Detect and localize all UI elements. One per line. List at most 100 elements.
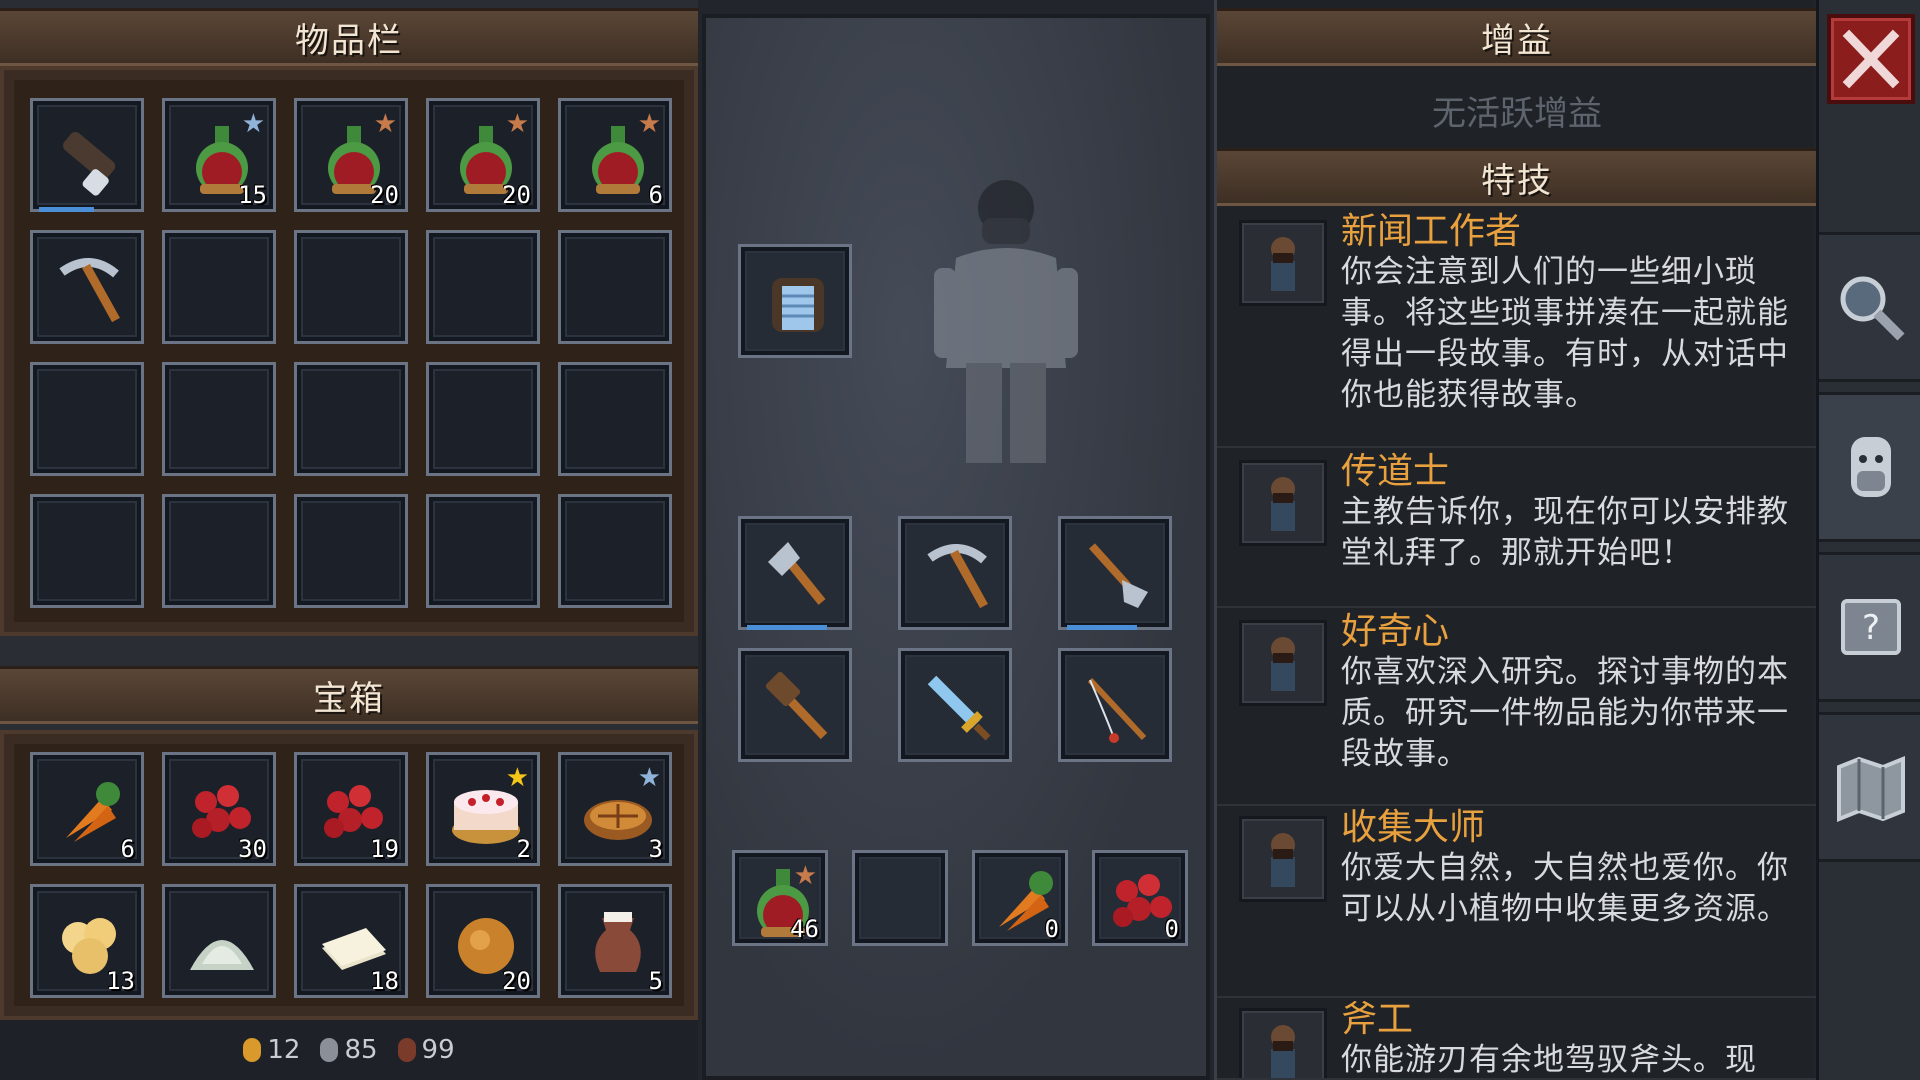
- item-slot[interactable]: 6: [30, 752, 144, 866]
- rarity-star-icon: ★: [637, 109, 661, 139]
- character-silhouette-icon: [934, 180, 1078, 463]
- axe-icon: [768, 542, 826, 605]
- perks-header: 特技: [1217, 148, 1817, 206]
- chest-title: 宝箱: [313, 678, 385, 719]
- item-slot[interactable]: [1058, 648, 1172, 762]
- tab-quests[interactable]: ?: [1819, 552, 1920, 702]
- carrot-icon: [66, 782, 120, 842]
- empty-slot[interactable]: [294, 362, 408, 476]
- item-slot[interactable]: [30, 230, 144, 344]
- durability-bar: [1067, 625, 1137, 630]
- item-slot[interactable]: ★ 6: [558, 98, 672, 212]
- perk-entry[interactable]: 传道士 主教告诉你，现在你可以安排教堂礼拜了。那就开始吧！: [1217, 452, 1817, 608]
- item-slot[interactable]: 5: [558, 884, 672, 998]
- gold-coin-count: 12: [243, 1035, 300, 1065]
- close-button[interactable]: [1827, 14, 1915, 104]
- perk-portrait-icon: [1239, 620, 1327, 706]
- perk-entry[interactable]: 新闻工作者 你会注意到人们的一些细小琐事。将这些琐事拼凑在一起就能得出一段故事。有…: [1217, 212, 1817, 448]
- tab-inspect[interactable]: [1819, 232, 1920, 382]
- perk-name: 传道士: [1341, 451, 1450, 492]
- tab-map[interactable]: [1819, 712, 1920, 862]
- buffs-header: 增益: [1217, 8, 1817, 66]
- empty-slot[interactable]: [852, 850, 948, 946]
- perk-entry[interactable]: 斧工 你能游刃有余地驾驭斧头。现: [1217, 1000, 1817, 1080]
- item-slot[interactable]: [1058, 516, 1172, 630]
- item-count: 20: [502, 967, 531, 995]
- chest-header: 宝箱: [0, 666, 698, 724]
- no-active-buffs-text: 无活跃增益: [1432, 93, 1602, 134]
- close-icon: [1842, 29, 1900, 89]
- sword-icon: [927, 675, 991, 741]
- item-slot[interactable]: [738, 648, 852, 762]
- item-count: 5: [648, 967, 663, 995]
- copper-coin-icon: [397, 1038, 416, 1062]
- empty-slot[interactable]: [162, 230, 276, 344]
- perk-description: 你能游刃有余地驾驭斧头。现: [1341, 1042, 1757, 1078]
- chest-armor-icon: [772, 278, 824, 332]
- item-slot[interactable]: [898, 516, 1012, 630]
- item-slot[interactable]: 13: [30, 884, 144, 998]
- rarity-star-icon: ★: [637, 763, 661, 793]
- item-slot[interactable]: ★ 2: [426, 752, 540, 866]
- empty-slot[interactable]: [426, 362, 540, 476]
- empty-slot[interactable]: [162, 494, 276, 608]
- item-slot[interactable]: 19: [294, 752, 408, 866]
- item-slot[interactable]: ★ 3: [558, 752, 672, 866]
- flashlight-icon: [63, 131, 116, 196]
- game-inventory-screen: 物品栏 宝箱 12 85 99 ★ 15 ★ 20 ★ 20 ★ 6 6 30 19 ★ 2 ★ 3 13 18…: [0, 0, 1920, 1080]
- item-slot[interactable]: 18: [294, 884, 408, 998]
- perks-title: 特技: [1481, 160, 1553, 201]
- item-count: 20: [502, 181, 531, 209]
- item-slot[interactable]: 0: [972, 850, 1068, 946]
- item-slot[interactable]: ★ 15: [162, 98, 276, 212]
- item-slot[interactable]: [738, 244, 852, 358]
- item-slot[interactable]: ★ 20: [426, 98, 540, 212]
- item-count: 0: [1044, 915, 1059, 943]
- magnifier-icon: [1840, 276, 1905, 341]
- perk-entry[interactable]: 好奇心 你喜欢深入研究。探讨事物的本质。研究一件物品能为你带来一段故事。: [1217, 612, 1817, 806]
- empty-slot[interactable]: [162, 362, 276, 476]
- item-slot[interactable]: ★ 20: [294, 98, 408, 212]
- item-count: 18: [370, 967, 399, 995]
- item-count: 46: [790, 915, 819, 943]
- item-count: 13: [106, 967, 135, 995]
- perk-name: 斧工: [1341, 1000, 1414, 1040]
- perk-portrait-icon: [1239, 816, 1327, 902]
- durability-bar: [747, 625, 827, 630]
- item-slot[interactable]: [162, 884, 276, 998]
- perk-description: 你喜欢深入研究。探讨事物的本质。研究一件物品能为你带来一段故事。: [1341, 654, 1789, 772]
- character-face-icon: [1851, 437, 1891, 497]
- item-slot[interactable]: 20: [426, 884, 540, 998]
- empty-slot[interactable]: [558, 494, 672, 608]
- side-menu: ?: [1816, 0, 1920, 1080]
- item-slot[interactable]: [898, 648, 1012, 762]
- item-slot[interactable]: 0: [1092, 850, 1188, 946]
- item-count: 3: [648, 835, 663, 863]
- item-slot[interactable]: 30: [162, 752, 276, 866]
- item-count: 15: [238, 181, 267, 209]
- item-count: 2: [516, 835, 531, 863]
- item-slot[interactable]: [738, 516, 852, 630]
- tab-character[interactable]: [1819, 392, 1920, 542]
- empty-slot[interactable]: [30, 362, 144, 476]
- gold-coin-icon: [243, 1038, 262, 1062]
- perk-entry[interactable]: 收集大师 你爱大自然，大自然也爱你。你可以从小植物中收集更多资源。: [1217, 808, 1817, 998]
- shovel-icon: [1089, 543, 1148, 608]
- perk-name: 收集大师: [1341, 807, 1486, 848]
- map-icon: [1837, 756, 1905, 822]
- empty-slot[interactable]: [426, 230, 540, 344]
- empty-slot[interactable]: [294, 494, 408, 608]
- perk-description: 主教告诉你，现在你可以安排教堂礼拜了。那就开始吧！: [1341, 494, 1789, 571]
- empty-slot[interactable]: [426, 494, 540, 608]
- item-count: 19: [370, 835, 399, 863]
- empty-slot[interactable]: [558, 362, 672, 476]
- perk-description: 你爱大自然，大自然也爱你。你可以从小植物中收集更多资源。: [1341, 850, 1789, 927]
- item-slot[interactable]: [30, 98, 144, 212]
- empty-slot[interactable]: [294, 230, 408, 344]
- empty-slot[interactable]: [558, 230, 672, 344]
- pickaxe-icon: [927, 544, 988, 609]
- svg-text:?: ?: [1862, 608, 1880, 648]
- buffs-title: 增益: [1481, 20, 1553, 61]
- item-slot[interactable]: ★ 46: [732, 850, 828, 946]
- empty-slot[interactable]: [30, 494, 144, 608]
